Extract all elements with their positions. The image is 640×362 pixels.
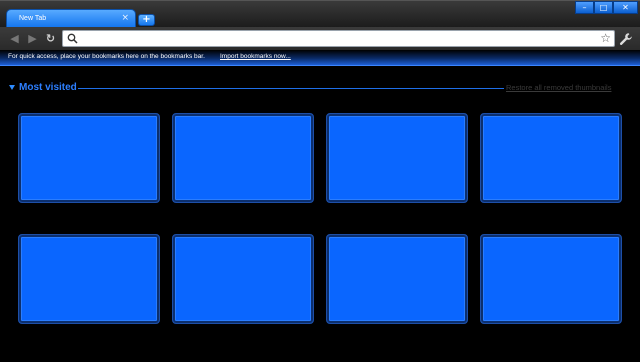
- divider: [78, 88, 504, 89]
- restore-thumbnails-link[interactable]: Restore all removed thumbnails: [506, 83, 611, 92]
- thumbnail-tile[interactable]: [480, 113, 622, 203]
- thumbnail-tile[interactable]: [18, 234, 160, 324]
- wrench-icon[interactable]: [619, 32, 633, 46]
- maximize-button[interactable]: □: [594, 1, 613, 14]
- tab-title: New Tab: [19, 15, 47, 22]
- tab-strip: New Tab × + – □ ✕: [0, 0, 640, 28]
- star-icon[interactable]: ☆: [600, 31, 611, 45]
- thumbnail-tile[interactable]: [480, 234, 622, 324]
- toolbar: ◀ ▶ ↻ ☆: [0, 27, 640, 50]
- minimize-button[interactable]: –: [575, 1, 594, 14]
- most-visited-grid: [18, 113, 622, 325]
- tab-new-tab[interactable]: New Tab ×: [6, 9, 136, 28]
- bookmarks-hint: For quick access, place your bookmarks h…: [8, 53, 205, 60]
- close-window-button[interactable]: ✕: [613, 1, 638, 14]
- most-visited-title[interactable]: Most visited: [19, 82, 77, 93]
- back-icon[interactable]: ◀: [8, 32, 21, 45]
- thumbnail-tile[interactable]: [326, 113, 468, 203]
- collapse-triangle-icon[interactable]: [9, 85, 15, 90]
- most-visited-header: Most visited Restore all removed thumbna…: [0, 80, 640, 96]
- omnibox[interactable]: ☆: [62, 30, 615, 47]
- thumbnail-tile[interactable]: [172, 113, 314, 203]
- thumbnail-tile[interactable]: [326, 234, 468, 324]
- new-tab-button[interactable]: +: [138, 14, 155, 26]
- reload-icon[interactable]: ↻: [44, 32, 57, 45]
- thumbnail-tile[interactable]: [172, 234, 314, 324]
- bookmarks-bar: For quick access, place your bookmarks h…: [0, 50, 640, 66]
- thumbnail-tile[interactable]: [18, 113, 160, 203]
- address-input[interactable]: [83, 32, 593, 45]
- forward-icon[interactable]: ▶: [26, 32, 39, 45]
- import-bookmarks-link[interactable]: Import bookmarks now...: [220, 53, 291, 60]
- close-icon[interactable]: ×: [121, 13, 129, 23]
- search-icon: [67, 33, 78, 44]
